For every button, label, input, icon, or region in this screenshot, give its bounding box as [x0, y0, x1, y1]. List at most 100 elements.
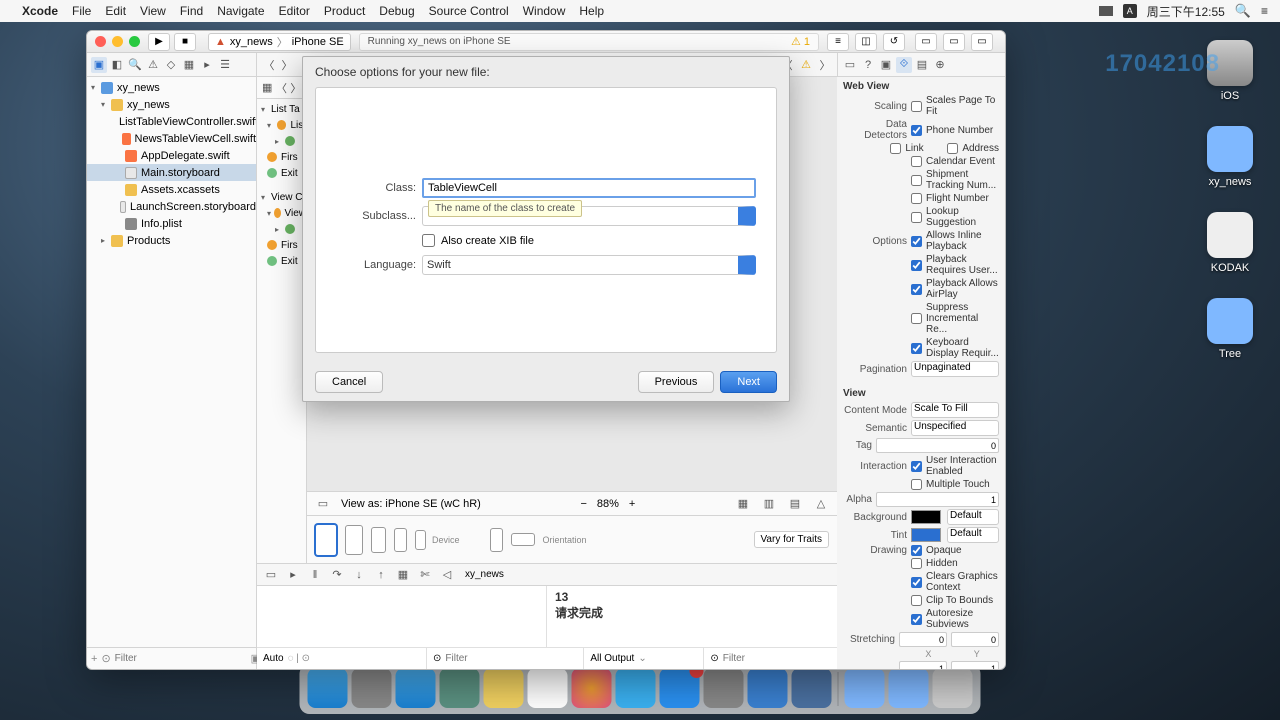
dock-launchpad[interactable]: [352, 668, 392, 708]
folder-products[interactable]: ▸Products: [87, 232, 256, 249]
file-news-cell[interactable]: NewsTableViewCell.swift: [87, 130, 256, 147]
editor-standard-button[interactable]: ≡: [827, 33, 849, 51]
step-out-icon[interactable]: ↑: [373, 567, 389, 583]
forward-button[interactable]: 〉: [279, 57, 295, 73]
scheme-selector[interactable]: ▲ xy_news 〉 iPhone SE: [208, 33, 351, 51]
dd-phone-checkbox[interactable]: [911, 125, 922, 136]
project-root[interactable]: ▾xy_news: [87, 79, 256, 96]
content-mode-dropdown[interactable]: Scale To Fill: [911, 402, 999, 418]
orientation-landscape[interactable]: [511, 533, 535, 546]
language-dropdown[interactable]: Swift: [422, 255, 756, 275]
output-scope[interactable]: All Output: [590, 653, 634, 664]
variables-filter[interactable]: [445, 653, 577, 664]
dock-notes[interactable]: [484, 668, 524, 708]
dock-folder[interactable]: [845, 668, 885, 708]
scales-checkbox[interactable]: [911, 101, 922, 112]
dock-appstore[interactable]: [660, 668, 700, 708]
dock-xcode[interactable]: [748, 668, 788, 708]
run-button[interactable]: ▶: [148, 33, 170, 51]
device-4s[interactable]: [415, 530, 426, 550]
dock-messages[interactable]: [616, 668, 656, 708]
size-inspector-tab[interactable]: ▤: [914, 57, 930, 73]
menu-view[interactable]: View: [140, 4, 166, 18]
stretch-w-field[interactable]: [899, 661, 947, 669]
autoresize-checkbox[interactable]: [911, 614, 922, 625]
minimize-button[interactable]: [112, 36, 123, 47]
file-list-tvc[interactable]: ListTableViewController.swift: [87, 113, 256, 130]
dock-settings[interactable]: [704, 668, 744, 708]
add-icon[interactable]: +: [91, 653, 97, 665]
cancel-button[interactable]: Cancel: [315, 371, 383, 393]
file-infoplist[interactable]: Info.plist: [87, 215, 256, 232]
stretch-y-field[interactable]: [951, 632, 999, 647]
menu-editor[interactable]: Editor: [279, 4, 310, 18]
file-inspector-tab[interactable]: ▭: [842, 57, 858, 73]
console-filter[interactable]: [723, 653, 855, 664]
desktop-item-kodak[interactable]: KODAK: [1200, 212, 1260, 274]
dock-mail[interactable]: [440, 668, 480, 708]
outline-item[interactable]: ▸: [257, 221, 306, 237]
outline-item[interactable]: Firs: [257, 237, 306, 253]
bg-color-dropdown[interactable]: Default: [947, 509, 999, 525]
find-navigator-tab[interactable]: 🔍: [127, 57, 143, 73]
outline-item[interactable]: Exit: [257, 165, 306, 181]
zoom-in-button[interactable]: +: [629, 498, 635, 510]
project-navigator-tab[interactable]: ▣: [91, 57, 107, 73]
toggle-navigator-button[interactable]: ▭: [915, 33, 937, 51]
dd-lookup-checkbox[interactable]: [911, 212, 922, 223]
auto-scope[interactable]: Auto: [263, 653, 284, 664]
stop-button[interactable]: ■: [174, 33, 196, 51]
display-icon[interactable]: [1099, 6, 1113, 16]
outline-item[interactable]: Exit: [257, 253, 306, 269]
dock-reminders[interactable]: [528, 668, 568, 708]
filter-icon[interactable]: ⊙: [101, 652, 110, 665]
input-source-icon[interactable]: A: [1123, 4, 1137, 18]
constraints-icon[interactable]: ▦: [735, 496, 751, 512]
outline-item[interactable]: ▸: [257, 133, 306, 149]
dock-trash[interactable]: [933, 668, 973, 708]
opt-suppress-checkbox[interactable]: [911, 313, 922, 324]
outline-toggle-button[interactable]: ▭: [315, 496, 331, 512]
breakpoints-icon[interactable]: ▸: [285, 567, 301, 583]
pin-icon[interactable]: ▤: [787, 496, 803, 512]
folder-xynews[interactable]: ▾xy_news: [87, 96, 256, 113]
bg-color-swatch[interactable]: [911, 510, 941, 524]
app-name[interactable]: Xcode: [22, 4, 58, 18]
multitouch-checkbox[interactable]: [911, 479, 922, 490]
desktop-item-tree[interactable]: Tree: [1200, 298, 1260, 360]
toggle-debug-button[interactable]: ▭: [943, 33, 965, 51]
view-as-selector[interactable]: View as: iPhone SE (wC hR): [341, 498, 481, 510]
memory-icon[interactable]: ✄: [417, 567, 433, 583]
outline-item[interactable]: Firs: [257, 149, 306, 165]
editor-assistant-button[interactable]: ◫: [855, 33, 877, 51]
desktop-item-xynews[interactable]: xy_news: [1200, 126, 1260, 188]
dd-flight-checkbox[interactable]: [911, 193, 922, 204]
device-ipad[interactable]: [315, 524, 337, 556]
opt-airplay-checkbox[interactable]: [911, 284, 922, 295]
toggle-inspector-button[interactable]: ▭: [971, 33, 993, 51]
dd-address-checkbox[interactable]: [947, 143, 958, 154]
step-over-icon[interactable]: ↷: [329, 567, 345, 583]
report-navigator-tab[interactable]: ☰: [217, 57, 233, 73]
issue-navigator-tab[interactable]: ⚠: [145, 57, 161, 73]
test-navigator-tab[interactable]: ◇: [163, 57, 179, 73]
uie-checkbox[interactable]: [911, 461, 922, 472]
variables-view[interactable]: [257, 586, 547, 647]
file-assets[interactable]: Assets.xcassets: [87, 181, 256, 198]
opt-inline-checkbox[interactable]: [911, 236, 922, 247]
view-debug-icon[interactable]: ▦: [395, 567, 411, 583]
connections-inspector-tab[interactable]: ⊕: [932, 57, 948, 73]
file-appdelegate[interactable]: AppDelegate.swift: [87, 147, 256, 164]
zoom-out-button[interactable]: −: [580, 498, 586, 510]
menu-edit[interactable]: Edit: [105, 4, 126, 18]
file-launchscreen[interactable]: LaunchScreen.storyboard: [87, 198, 256, 215]
opaque-checkbox[interactable]: [911, 545, 922, 556]
menu-window[interactable]: Window: [523, 4, 566, 18]
hidden-checkbox[interactable]: [911, 558, 922, 569]
menu-file[interactable]: File: [72, 4, 91, 18]
debug-process[interactable]: xy_news: [465, 569, 504, 580]
align-icon[interactable]: ▥: [761, 496, 777, 512]
dock-downloads[interactable]: [889, 668, 929, 708]
device-regular[interactable]: [371, 527, 386, 553]
menubar-clock[interactable]: 周三下午12:55: [1147, 3, 1225, 20]
